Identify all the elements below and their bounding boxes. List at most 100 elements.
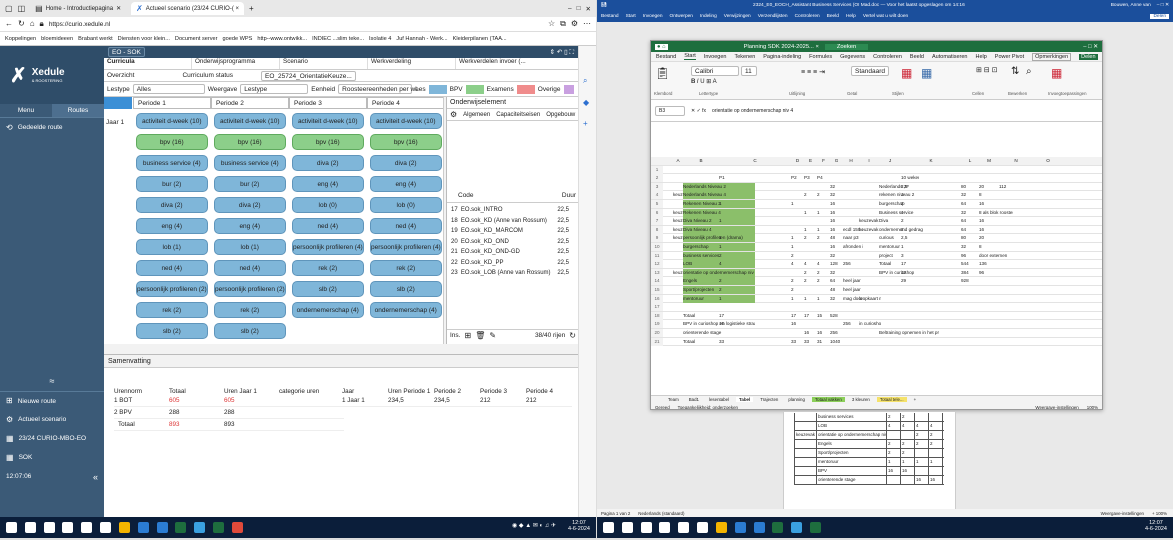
lesson-block[interactable]: persoonlijk profileren (4) (370, 239, 442, 255)
conditional-format-icon[interactable]: ▦ (901, 66, 912, 80)
autosave-toggle[interactable]: ● ⌂ (655, 43, 668, 50)
taskbar-app-icon[interactable] (24, 522, 36, 533)
table-row[interactable]: Totaal 893 893 (114, 419, 344, 431)
lesson-block[interactable]: rek (2) (292, 260, 364, 276)
table-row[interactable]: 14 Engels 2 2 2 2 64 heel jaar 29 928 (651, 277, 1102, 286)
menu-item[interactable]: Verzendlijsten (758, 14, 788, 19)
settings-icon[interactable]: ⚙ (450, 110, 457, 119)
addin-icon[interactable]: ▦ (1051, 66, 1062, 80)
tab-werkverdelen-invoer[interactable]: Werkverdelen invoer (... (456, 58, 578, 69)
bookmark-item[interactable]: Koppelingen (5, 36, 36, 42)
outlook-icon[interactable] (734, 522, 746, 533)
menu-item[interactable]: Controleren (795, 14, 820, 19)
menu-item[interactable]: Automatiseren (932, 54, 967, 60)
name-box[interactable]: B3 (655, 105, 685, 116)
comments-button[interactable]: Opmerkingen (1032, 52, 1072, 61)
tab-algemeen[interactable]: Algemeen (463, 112, 490, 118)
table-row[interactable]: 19 BPV in curioshop en logistieke straat 1… (651, 320, 1102, 329)
lesson-block[interactable]: bpv (16) (370, 134, 442, 150)
table-row[interactable]: 2 BPV 288 288 (114, 407, 344, 419)
menu-item[interactable]: Tekenen (734, 54, 755, 60)
lesson-block[interactable]: persoonlijk profileren (4) (292, 239, 364, 255)
lestype-select[interactable]: Alles (132, 84, 205, 94)
lesson-block[interactable]: activiteit d-week (10) (292, 113, 364, 129)
lesson-block[interactable]: ondernemerschap (4) (292, 302, 364, 318)
new-tab-button[interactable]: + (249, 4, 254, 13)
lesson-block[interactable]: rek (2) (370, 260, 442, 276)
taskbar-clock[interactable]: 12:07 4-6-2024 (1145, 520, 1167, 532)
taskbar-app-icon[interactable] (62, 522, 74, 533)
lesson-block[interactable]: business service (4) (136, 155, 208, 171)
lesson-block[interactable]: lob (0) (370, 197, 442, 213)
url-field[interactable]: https://curio.xedule.nl (49, 21, 543, 28)
number-format-select[interactable]: Standaard (851, 66, 889, 76)
sheet-tab[interactable]: Bad1 (686, 397, 702, 402)
edit-icon[interactable]: ✎ (489, 331, 496, 340)
table-row[interactable]: 11 business services 2 2 32 project 3 96 door ex… (651, 251, 1102, 261)
scenario-selector[interactable]: EO - SOK (108, 47, 145, 57)
lesson-block[interactable]: rek (2) (214, 302, 286, 318)
add-row-icon[interactable]: ⊞ (464, 331, 471, 340)
lesson-block[interactable]: ned (4) (214, 260, 286, 276)
folder-icon[interactable] (118, 522, 130, 533)
workspaces-icon[interactable]: ◫ (18, 4, 26, 13)
sheet-tab[interactable]: 3 kleuren (849, 397, 873, 402)
find-icon[interactable]: ⌕ (1026, 66, 1032, 77)
menu-item[interactable]: Invoegen (643, 14, 663, 19)
word-icon[interactable] (753, 522, 765, 533)
edge-icon[interactable] (791, 522, 803, 533)
search-input[interactable]: Zoeken (824, 43, 869, 50)
table-row[interactable]: 13keuzevakorientatie op ondernemerschap … (651, 268, 1102, 278)
sheet-tab[interactable]: Totaal vakken (811, 397, 845, 402)
taskbar-app-icon[interactable] (640, 522, 652, 533)
outlook-icon[interactable] (137, 522, 149, 533)
menu-item[interactable]: Controleren (873, 54, 902, 60)
word-icon[interactable] (156, 522, 168, 533)
table-row[interactable]: 2P1P2P3P410 weken totaal uur per groep (651, 174, 1102, 183)
sheet-tab[interactable]: Team (665, 397, 682, 402)
lesson-block[interactable]: bpv (16) (292, 134, 364, 150)
close-tab-icon[interactable]: ✕ (116, 5, 121, 12)
taskbar-app-icon[interactable] (43, 522, 55, 533)
start-icon[interactable] (603, 522, 614, 533)
taskbar-app-icon[interactable] (659, 522, 671, 533)
tab-onderwijsprogramma[interactable]: Onderwijsprogramma (192, 58, 280, 69)
sidebar-item-gedeelde-route[interactable]: ⟲ Gedeelde route (0, 118, 104, 137)
menu-item[interactable]: Power Pivot (995, 54, 1024, 60)
collections-icon[interactable]: ⧉ (560, 20, 566, 28)
sheet-tab[interactable]: lesentabel (706, 397, 732, 402)
expand-toggle[interactable] (104, 97, 132, 109)
bookmark-item[interactable]: goede WPS (223, 36, 253, 42)
menu-item[interactable]: Verwijzingen (724, 14, 751, 19)
lesson-block[interactable]: bpv (16) (136, 134, 208, 150)
extensions-icon[interactable]: ⚙ (571, 20, 578, 28)
column-header[interactable]: K (901, 157, 961, 165)
lesson-block[interactable]: diva (2) (214, 197, 286, 213)
lesson-block[interactable]: eng (4) (214, 218, 286, 234)
add-icon[interactable]: + (583, 119, 592, 128)
refresh-icon[interactable]: ↻ (18, 20, 25, 28)
font-size-select[interactable]: 11 (741, 66, 757, 76)
menu-item[interactable]: Help (846, 14, 856, 19)
tab-scenario[interactable]: Scenario (280, 58, 368, 69)
table-row[interactable]: 21 Totaal 33 33 33 31 1040 (651, 337, 1102, 347)
lesson-block[interactable]: slb (2) (214, 323, 286, 339)
lesson-block[interactable]: bur (2) (136, 176, 208, 192)
start-icon[interactable] (6, 522, 17, 533)
table-row[interactable]: 4keuzevakNederlands Niveau 42232rekenen … (651, 191, 1102, 200)
browser-tab[interactable]: ▤ Home - Introductiepagina ✕ (30, 2, 126, 15)
column-header[interactable]: H (843, 157, 859, 165)
align-icons[interactable]: ≡ ≡ ≡ ⇥ (801, 68, 825, 76)
table-row[interactable]: 12 LOB 4 4 4 4 128 256 Totaal 17 544 136 (651, 260, 1102, 269)
table-row[interactable]: 16mentoruur111132mag doorloopkaart met m… (651, 294, 1102, 304)
folder-icon[interactable] (715, 522, 727, 533)
weergave-select[interactable]: Lestype (240, 84, 309, 94)
sheet-tab[interactable]: planning (785, 397, 808, 402)
formula-input[interactable]: orientatie op ondernemerschap niv 4 (712, 108, 1098, 114)
lesson-block[interactable]: eng (4) (136, 218, 208, 234)
window-icon[interactable]: ▢ (5, 4, 13, 13)
tab-opgebouw[interactable]: Opgebouw (546, 112, 575, 118)
search-icon[interactable]: ⌕ (583, 76, 592, 86)
sidebar-item-sok[interactable]: ▦ SOK (0, 448, 104, 467)
period-header[interactable]: Periode 1 (133, 97, 211, 109)
